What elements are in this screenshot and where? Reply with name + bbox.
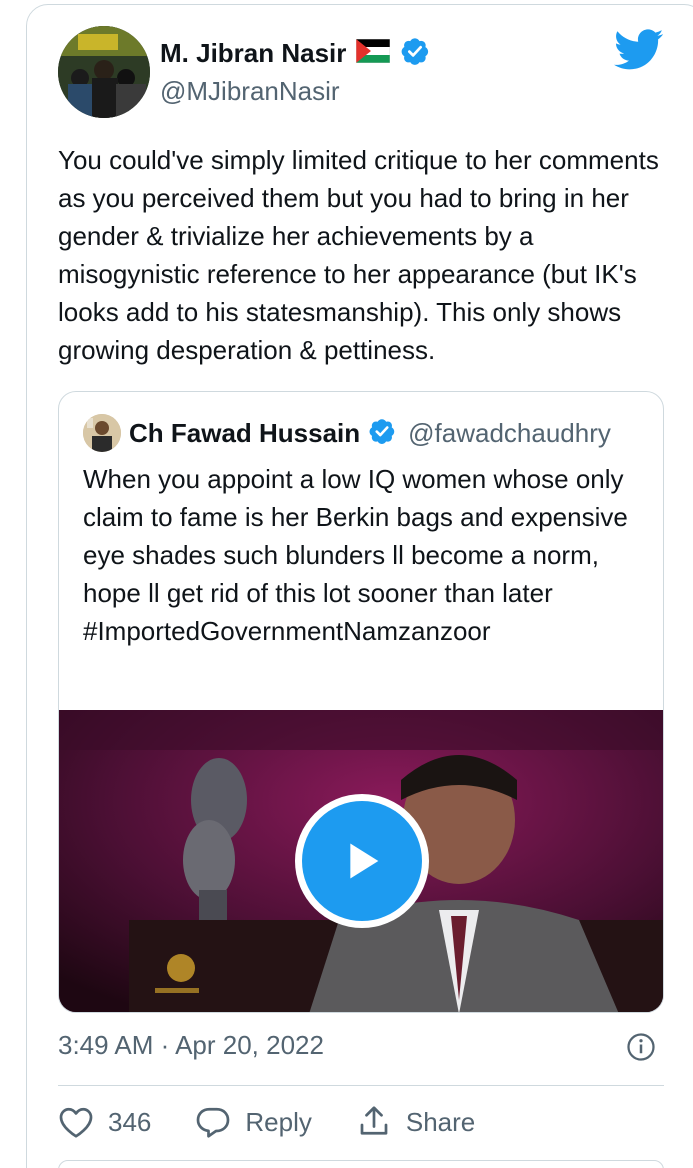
reply-button[interactable]: Reply xyxy=(195,1105,312,1139)
twitter-bird-icon[interactable] xyxy=(613,28,664,72)
author-handle[interactable]: @MJibranNasir xyxy=(160,76,340,107)
palestine-flag-icon xyxy=(356,38,391,68)
quoted-author-avatar xyxy=(83,414,121,452)
quoted-author-display-name: Ch Fawad Hussain xyxy=(129,417,361,448)
quoted-author-handle: @fawadchaudhry xyxy=(408,417,611,448)
play-icon xyxy=(350,843,379,879)
author-display-name[interactable]: M. Jibran Nasir xyxy=(160,38,346,69)
like-count: 346 xyxy=(108,1106,152,1137)
divider xyxy=(58,1085,664,1086)
author-avatar[interactable] xyxy=(58,26,150,118)
heart-icon xyxy=(58,1105,94,1139)
tweet-text: You could've simply limited critique to … xyxy=(58,145,659,365)
reply-icon xyxy=(195,1105,231,1139)
quoted-tweet-header: Ch Fawad Hussain @fawadchaudhry xyxy=(83,414,611,452)
info-icon[interactable] xyxy=(626,1032,656,1062)
tweet-timestamp[interactable]: 3:49 AM · Apr 20, 2022 xyxy=(58,1030,324,1061)
share-label: Share xyxy=(405,1106,476,1137)
like-button[interactable]: 346 xyxy=(58,1105,151,1139)
quoted-tweet-text: When you appoint a low IQ women whose on… xyxy=(83,464,628,646)
author-name-row: M. Jibran Nasir xyxy=(160,36,430,71)
reply-label: Reply xyxy=(245,1106,312,1137)
verified-badge-icon xyxy=(368,417,396,450)
action-bar: 346 Reply Share xyxy=(58,1104,519,1140)
verified-badge-icon xyxy=(400,36,430,71)
share-button[interactable]: Share xyxy=(356,1104,475,1140)
share-icon xyxy=(356,1104,392,1140)
quoted-tweet[interactable]: Ch Fawad Hussain @fawadchaudhry When you… xyxy=(58,391,664,1013)
video-player[interactable] xyxy=(59,710,663,1012)
next-card-edge xyxy=(58,1160,664,1168)
play-button[interactable] xyxy=(295,794,429,928)
